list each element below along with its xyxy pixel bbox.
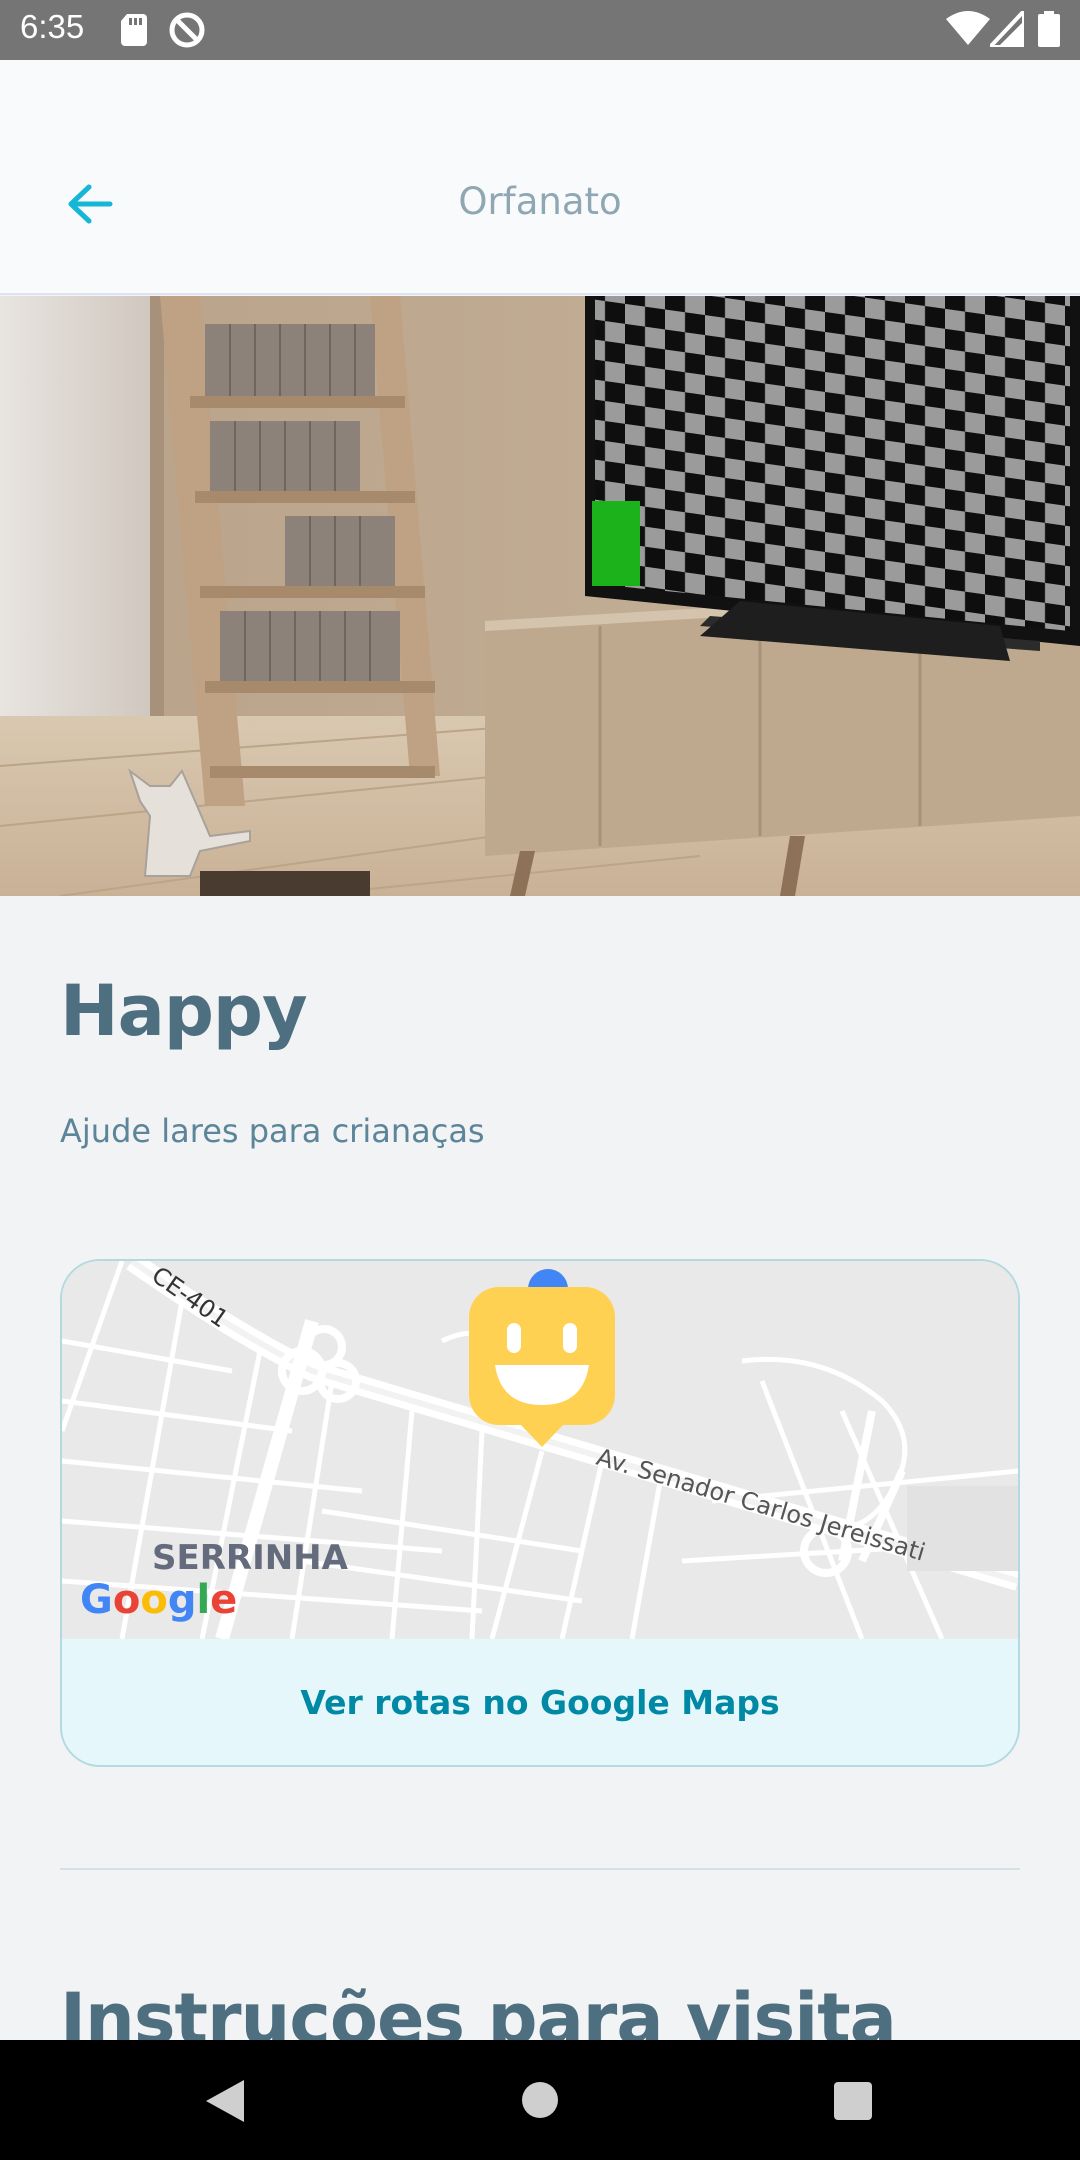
- happy-face-marker-icon[interactable]: [469, 1287, 615, 1449]
- place-name: Happy: [60, 970, 308, 1052]
- place-about: Ajude lares para crianaças: [60, 1112, 485, 1150]
- map-label-district: SERRINHA: [152, 1538, 349, 1578]
- nav-home-icon[interactable]: [522, 2082, 558, 2118]
- battery-icon: [1038, 11, 1060, 47]
- nav-back-icon[interactable]: [204, 2078, 246, 2124]
- map-card[interactable]: CE-401 Av. Senador Carlos Jereissati SER…: [60, 1259, 1020, 1767]
- wifi-icon: [946, 11, 990, 45]
- hero-image: [0, 296, 1080, 896]
- status-bar: 6:35: [0, 0, 1080, 60]
- divider: [60, 1868, 1020, 1870]
- do-not-disturb-icon: [169, 12, 205, 48]
- status-time: 6:35: [20, 8, 85, 45]
- cellular-signal-icon: [990, 11, 1024, 47]
- nav-recents-icon[interactable]: [834, 2082, 872, 2120]
- page-title: Orfanato: [458, 180, 622, 223]
- room-interior-photo: [0, 296, 1080, 896]
- map-view[interactable]: CE-401 Av. Senador Carlos Jereissati SER…: [62, 1261, 1018, 1639]
- app-header: Orfanato: [0, 60, 1080, 295]
- directions-link[interactable]: Ver rotas no Google Maps: [62, 1639, 1018, 1765]
- sd-card-icon: [121, 14, 147, 46]
- google-logo: Google: [80, 1577, 237, 1623]
